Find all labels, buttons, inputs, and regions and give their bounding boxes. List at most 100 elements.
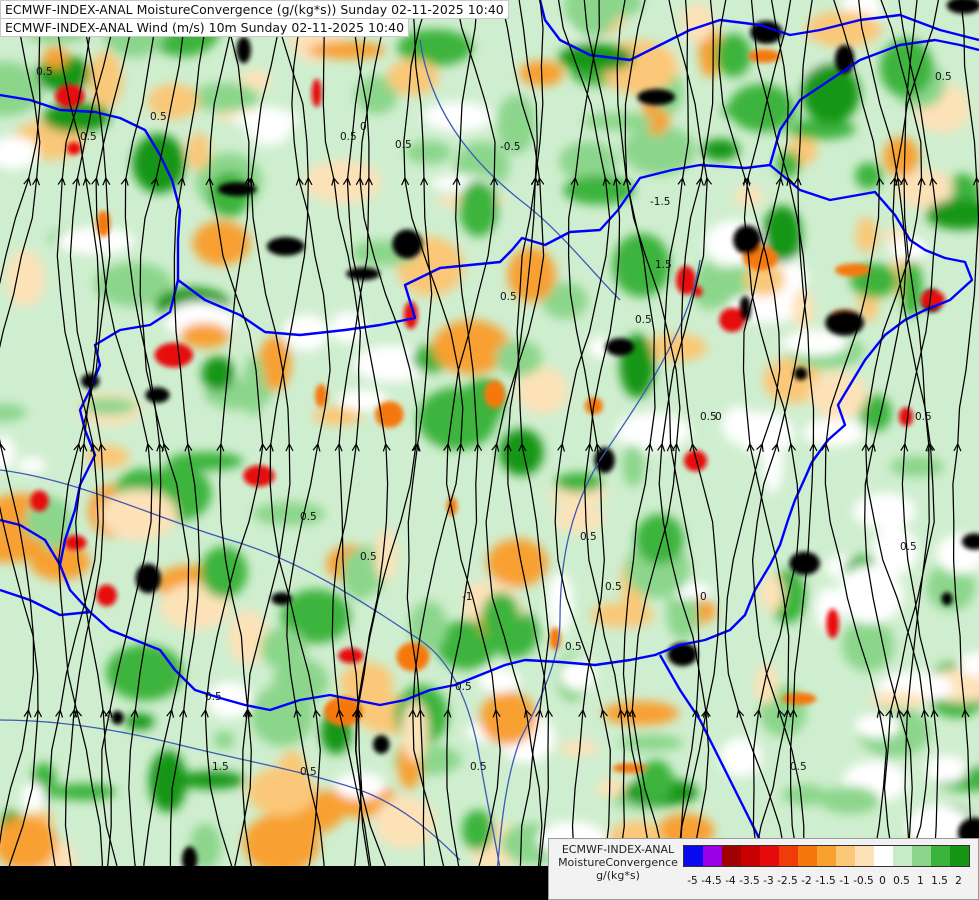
field-blob bbox=[260, 627, 307, 670]
legend-swatch bbox=[798, 846, 817, 866]
field-blob bbox=[51, 783, 117, 801]
divergence-core bbox=[834, 263, 871, 277]
field-blob bbox=[481, 592, 520, 645]
contour-label: 0.5 bbox=[360, 551, 377, 563]
color-legend: ECMWF-INDEX-ANAL MoistureConvergence g/(… bbox=[548, 838, 979, 900]
field-blob bbox=[722, 406, 756, 444]
field-blob bbox=[308, 41, 386, 60]
legend-tick: -0.5 bbox=[853, 875, 874, 887]
contour-label: 0.5 bbox=[300, 766, 317, 778]
legend-unit: g/(kg*s) bbox=[596, 869, 640, 882]
legend-swatch bbox=[931, 846, 950, 866]
divergence-core bbox=[311, 78, 322, 108]
field-blob bbox=[304, 160, 382, 204]
field-blob bbox=[245, 106, 292, 146]
contour-label: 0.5 bbox=[935, 71, 952, 83]
field-blob bbox=[229, 609, 268, 665]
legend-tick: -1.5 bbox=[815, 875, 836, 887]
contour-label: -0.5 bbox=[500, 141, 521, 153]
legend-swatch bbox=[817, 846, 836, 866]
divergence-core bbox=[781, 692, 817, 705]
field-blob bbox=[809, 371, 868, 419]
field-blob bbox=[132, 133, 186, 194]
field-blob bbox=[819, 786, 880, 814]
field-blob bbox=[374, 796, 437, 849]
legend-swatch bbox=[912, 846, 931, 866]
field-blob bbox=[99, 489, 178, 541]
strong-convergence-core bbox=[667, 642, 698, 667]
divergence-core bbox=[154, 342, 194, 368]
contour-label: 0.5 bbox=[340, 131, 357, 143]
divergence-core bbox=[30, 490, 49, 512]
strong-convergence-core bbox=[266, 237, 305, 256]
legend-swatch bbox=[779, 846, 798, 866]
legend-swatch bbox=[722, 846, 741, 866]
map-title-moisture: ECMWF-INDEX-ANAL MoistureConvergence (g/… bbox=[0, 0, 509, 19]
contour-label: 0.5 bbox=[205, 691, 222, 703]
contour-label: 0 bbox=[360, 121, 367, 133]
field-blob bbox=[602, 701, 679, 726]
contour-label: 0.5 bbox=[80, 131, 97, 143]
field-blob bbox=[635, 513, 684, 565]
field-blob bbox=[422, 102, 494, 132]
divergence-core bbox=[826, 608, 840, 639]
divergence-core bbox=[920, 291, 946, 308]
contour-label: 0.5 bbox=[635, 314, 652, 326]
field-blob bbox=[721, 102, 782, 120]
legend-tick: 1.5 bbox=[931, 875, 948, 887]
divergence-core bbox=[748, 49, 781, 63]
legend-swatch bbox=[741, 846, 760, 866]
field-blob bbox=[925, 755, 968, 783]
field-blob bbox=[554, 502, 604, 534]
legend-color-scale bbox=[683, 845, 970, 867]
field-blob bbox=[56, 227, 135, 255]
field-blob bbox=[803, 418, 864, 447]
legend-labels: ECMWF-INDEX-ANAL MoistureConvergence g/(… bbox=[553, 843, 683, 882]
field-blob bbox=[374, 528, 398, 582]
contour-label: 0.5 bbox=[395, 139, 412, 151]
divergence-core bbox=[683, 450, 708, 472]
legend-model: ECMWF-INDEX-ANAL bbox=[561, 843, 675, 856]
contour-label: 0.5 bbox=[580, 531, 597, 543]
legend-swatch bbox=[760, 846, 779, 866]
legend-tick: 0 bbox=[879, 875, 886, 887]
divergence-core bbox=[484, 380, 506, 409]
strong-convergence-core bbox=[373, 735, 390, 754]
contour-label: 0.5 bbox=[900, 541, 917, 553]
field-blob bbox=[405, 140, 452, 165]
field-blob bbox=[853, 493, 916, 529]
field-blob bbox=[618, 734, 684, 752]
legend-tick: -5 bbox=[687, 875, 698, 887]
field-blob bbox=[177, 771, 245, 790]
strong-convergence-core bbox=[392, 229, 423, 259]
field-blob bbox=[167, 451, 244, 471]
strong-convergence-core bbox=[217, 182, 257, 197]
field-blob bbox=[187, 132, 210, 171]
legend-swatch bbox=[950, 846, 969, 866]
strong-convergence-core bbox=[793, 367, 808, 381]
strong-convergence-core bbox=[145, 387, 170, 403]
contour-label: 0.5 bbox=[915, 411, 932, 423]
field-blob bbox=[18, 456, 46, 474]
field-blob bbox=[213, 731, 235, 750]
contour-label: 0.5 bbox=[470, 761, 487, 773]
legend-tick: -2.5 bbox=[777, 875, 798, 887]
contour-label: 0 bbox=[715, 411, 722, 423]
legend-swatch bbox=[836, 846, 855, 866]
divergence-core bbox=[66, 142, 82, 155]
contour-label: 0.5 bbox=[455, 681, 472, 693]
strong-convergence-core bbox=[605, 338, 634, 356]
field-blob bbox=[250, 684, 314, 747]
strong-convergence-core bbox=[236, 36, 251, 64]
contour-label: 0.5 bbox=[500, 291, 517, 303]
contour-label: 0.5 bbox=[605, 581, 622, 593]
field-blob bbox=[479, 691, 537, 746]
legend-swatch bbox=[684, 846, 703, 866]
strong-convergence-core bbox=[111, 710, 124, 725]
legend-tick: -2 bbox=[801, 875, 812, 887]
legend-swatch bbox=[874, 846, 893, 866]
field-blob bbox=[180, 322, 230, 349]
strong-convergence-core bbox=[637, 89, 676, 106]
field-blob bbox=[191, 82, 259, 112]
legend-tick: -3.5 bbox=[739, 875, 760, 887]
